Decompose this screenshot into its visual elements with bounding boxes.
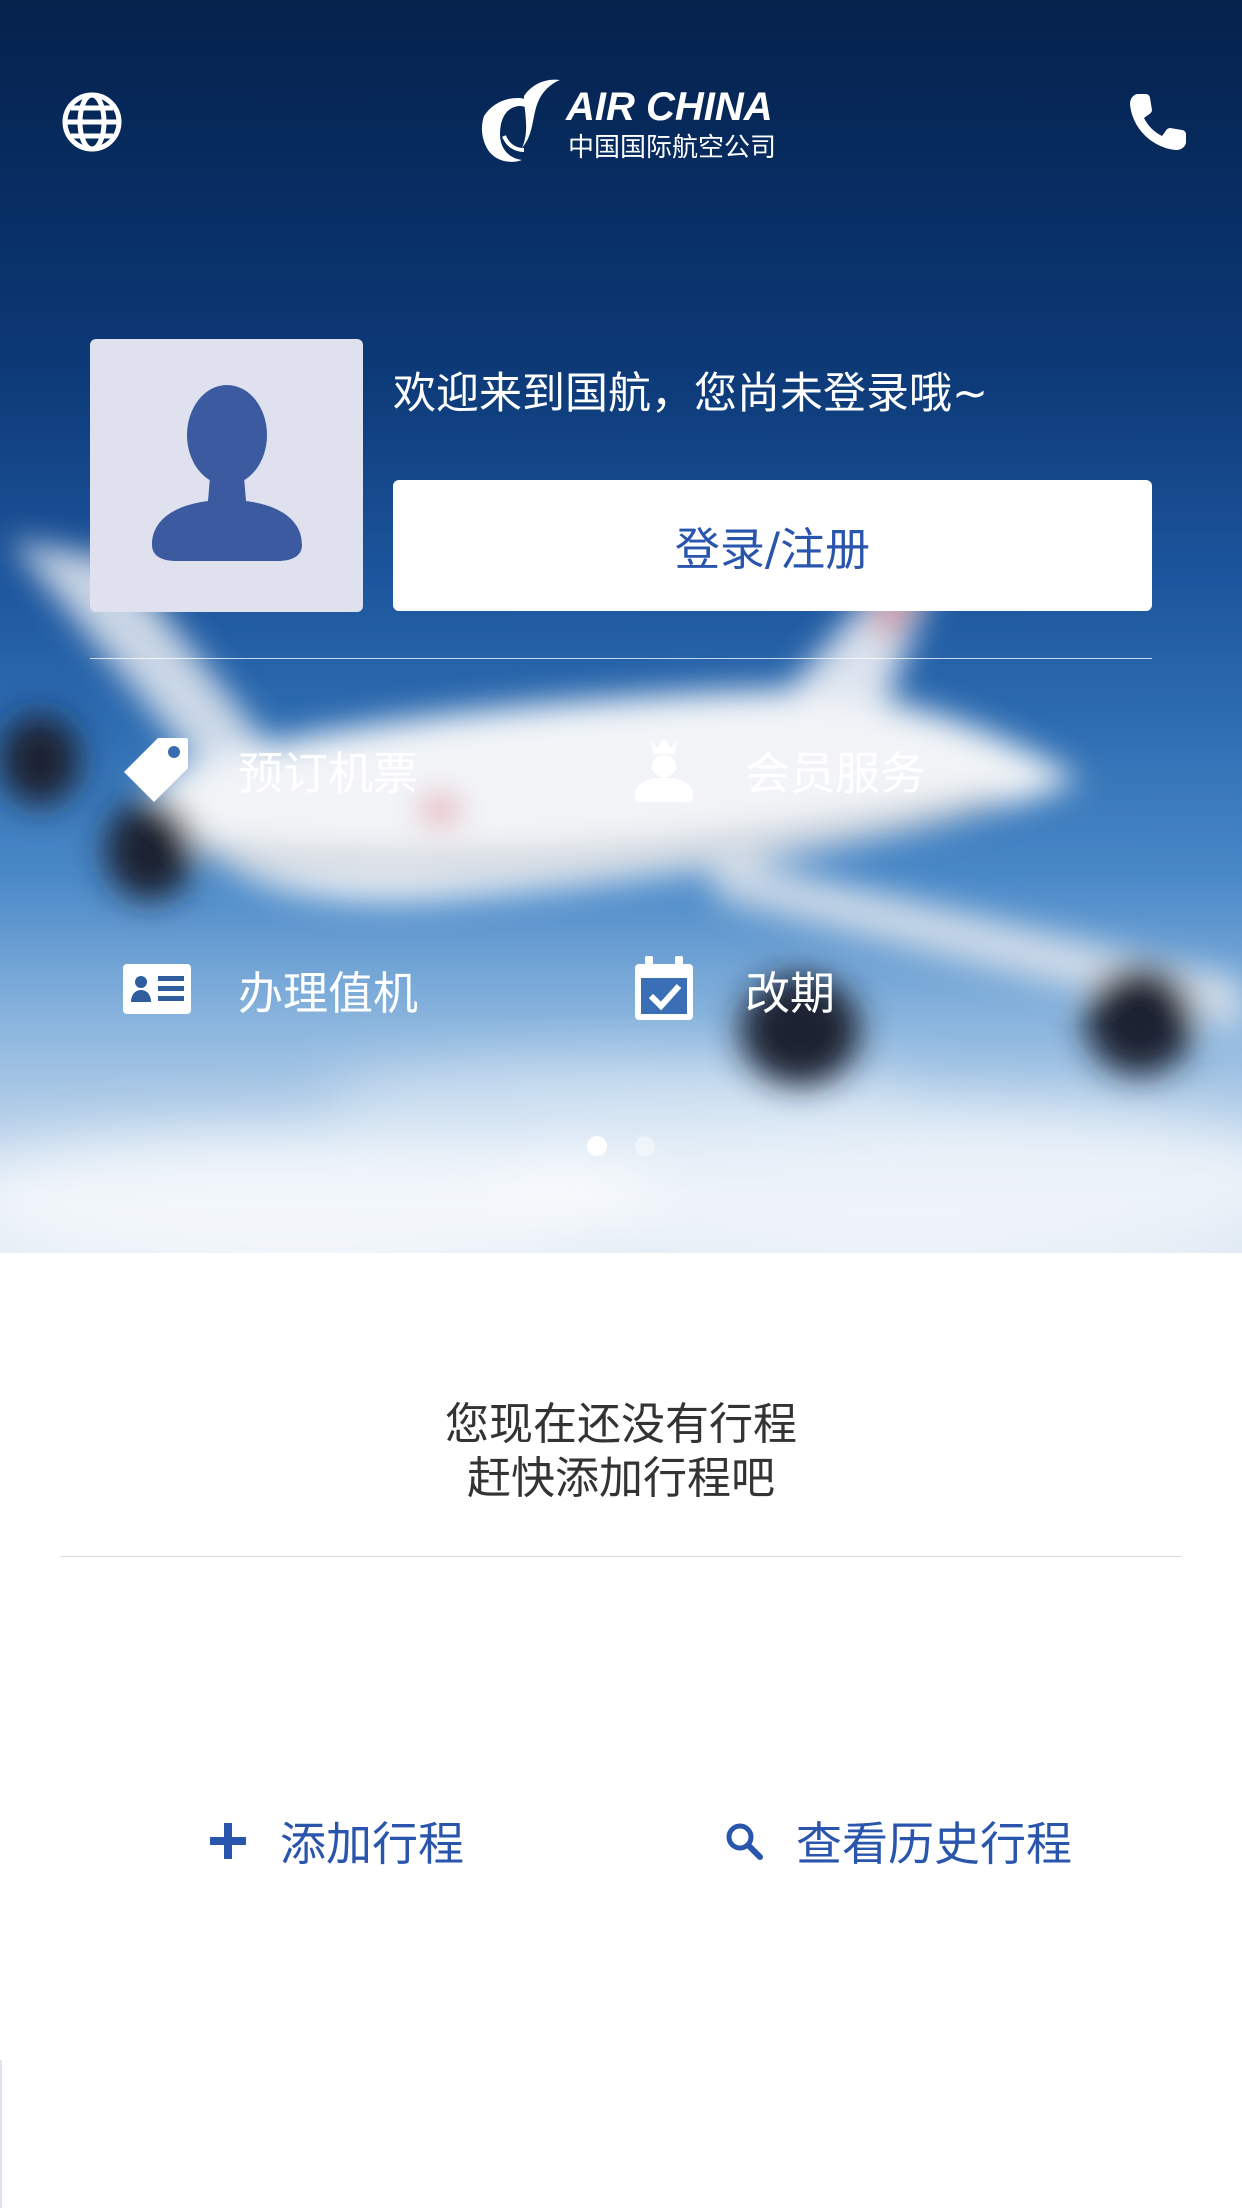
airplane-background — [0, 540, 1242, 1253]
pager-dot-active[interactable] — [587, 1136, 607, 1156]
edge-divider — [0, 2060, 2, 2208]
empty-trips-message: 您现在还没有行程 赶快添加行程吧 — [0, 1398, 1242, 1506]
avatar[interactable] — [90, 339, 363, 612]
service-label: 预订机票 — [238, 746, 419, 800]
add-trip-button[interactable]: 添加行程 — [206, 1806, 464, 1876]
service-label: 会员服务 — [745, 746, 926, 800]
brand-name: AIR CHINA — [565, 85, 773, 129]
search-icon — [722, 1819, 766, 1863]
service-membership[interactable]: 会员服务 — [627, 724, 925, 814]
tag-icon — [120, 732, 194, 806]
pager-dot[interactable] — [635, 1136, 655, 1156]
section-divider — [60, 1556, 1182, 1557]
add-trip-label: 添加行程 — [280, 1817, 464, 1871]
login-register-button[interactable]: 登录/注册 — [393, 480, 1152, 611]
empty-trips-line1: 您现在还没有行程 — [445, 1399, 797, 1450]
history-trips-label: 查看历史行程 — [796, 1817, 1072, 1871]
hero-banner: AIR CHINA 中国国际航空公司 欢迎来到国航，您尚未登录哦~ 登录/注册 … — [0, 0, 1242, 1253]
crowned-person-icon — [627, 732, 701, 806]
service-label: 改期 — [745, 966, 836, 1020]
user-silhouette-icon — [152, 385, 302, 561]
service-checkin[interactable]: 办理值机 — [120, 944, 418, 1034]
history-trips-button[interactable]: 查看历史行程 — [722, 1806, 1072, 1876]
id-card-icon — [120, 952, 194, 1026]
phone-icon[interactable] — [1124, 88, 1192, 156]
empty-trips-line2: 赶快添加行程吧 — [467, 1453, 775, 1504]
service-book-ticket[interactable]: 预订机票 — [120, 724, 418, 814]
service-label: 办理值机 — [238, 966, 419, 1020]
calendar-check-icon — [627, 952, 701, 1026]
globe-icon[interactable] — [58, 88, 126, 156]
air-china-logo: AIR CHINA 中国国际航空公司 — [474, 76, 776, 176]
service-reschedule[interactable]: 改期 — [627, 944, 835, 1034]
brand-subtitle: 中国国际航空公司 — [568, 133, 774, 163]
welcome-text: 欢迎来到国航，您尚未登录哦~ — [393, 369, 989, 419]
plus-icon — [206, 1819, 250, 1863]
hero-divider — [90, 658, 1152, 659]
